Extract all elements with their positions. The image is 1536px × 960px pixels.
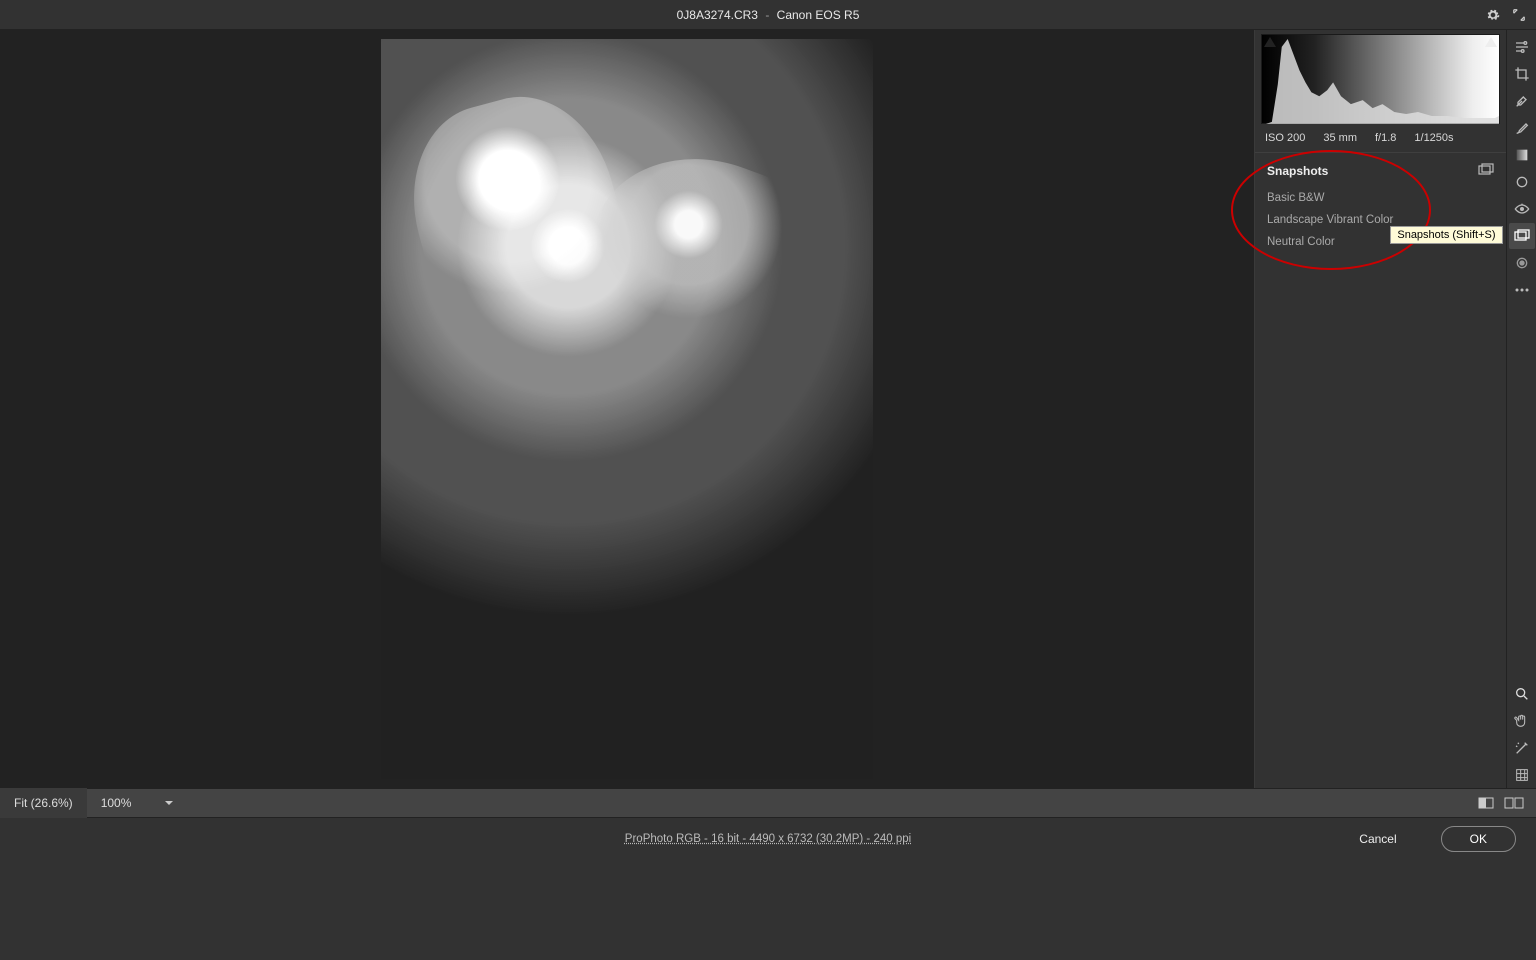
tool-strip: Snapshots (Shift+S) [1506,30,1536,788]
title-bar: 0J8A3274.CR3 - Canon EOS R5 [0,0,1536,30]
before-after-single-icon[interactable] [1472,791,1500,815]
image-canvas[interactable] [0,30,1254,788]
window-title: 0J8A3274.CR3 - Canon EOS R5 [677,8,860,22]
title-separator: - [765,8,769,22]
zoom-tool-icon[interactable] [1509,681,1535,707]
footer: ProPhoto RGB - 16 bit - 4490 x 6732 (30.… [0,818,1536,860]
zoom-bar: Fit (26.6%) 100% [0,788,1536,818]
focal-value: 35 mm [1323,132,1357,144]
snapshots-tool-icon[interactable]: Snapshots (Shift+S) [1509,223,1535,249]
fullscreen-toggle-icon[interactable] [1510,6,1528,24]
iso-value: ISO 200 [1265,132,1305,144]
wand-icon[interactable] [1509,735,1535,761]
histogram[interactable] [1261,34,1500,124]
edit-sliders-icon[interactable] [1509,34,1535,60]
exif-row: ISO 200 35 mm f/1.8 1/1250s [1255,124,1506,153]
shutter-value: 1/1250s [1414,132,1453,144]
image-info[interactable]: ProPhoto RGB - 16 bit - 4490 x 6732 (30.… [625,833,911,845]
gradient-icon[interactable] [1509,142,1535,168]
snapshot-item[interactable]: Basic B&W [1255,187,1506,209]
before-after-split-icon[interactable] [1500,791,1528,815]
snapshot-item[interactable]: Landscape Vibrant Color [1255,209,1506,231]
grid-icon[interactable] [1509,762,1535,788]
redeye-icon[interactable] [1509,196,1535,222]
eyedropper-icon[interactable] [1509,88,1535,114]
snapshots-header[interactable]: Snapshots [1255,153,1506,185]
zoom-100[interactable]: 100% [87,788,146,818]
camera-model: Canon EOS R5 [777,8,860,22]
ok-button[interactable]: OK [1441,826,1516,852]
snapshot-item[interactable]: Neutral Color [1255,231,1506,253]
toolbar-spacer [1509,304,1535,680]
right-panel: ISO 200 35 mm f/1.8 1/1250s Snapshots Ba… [1254,30,1506,788]
zoom-fit[interactable]: Fit (26.6%) [0,788,87,818]
zoom-dropdown[interactable] [145,788,173,818]
preview-image [381,39,873,779]
new-snapshot-icon[interactable] [1478,163,1494,179]
hand-tool-icon[interactable] [1509,708,1535,734]
settings-icon[interactable] [1484,6,1502,24]
radial-icon[interactable] [1509,169,1535,195]
workspace: ISO 200 35 mm f/1.8 1/1250s Snapshots Ba… [0,30,1536,788]
cancel-button[interactable]: Cancel [1331,827,1424,851]
crop-icon[interactable] [1509,61,1535,87]
file-name: 0J8A3274.CR3 [677,8,758,22]
preset-icon[interactable] [1509,250,1535,276]
more-icon[interactable] [1509,277,1535,303]
brush-icon[interactable] [1509,115,1535,141]
snapshot-list: Basic B&W Landscape Vibrant Color Neutra… [1255,185,1506,259]
aperture-value: f/1.8 [1375,132,1396,144]
snapshots-label: Snapshots [1267,164,1328,178]
